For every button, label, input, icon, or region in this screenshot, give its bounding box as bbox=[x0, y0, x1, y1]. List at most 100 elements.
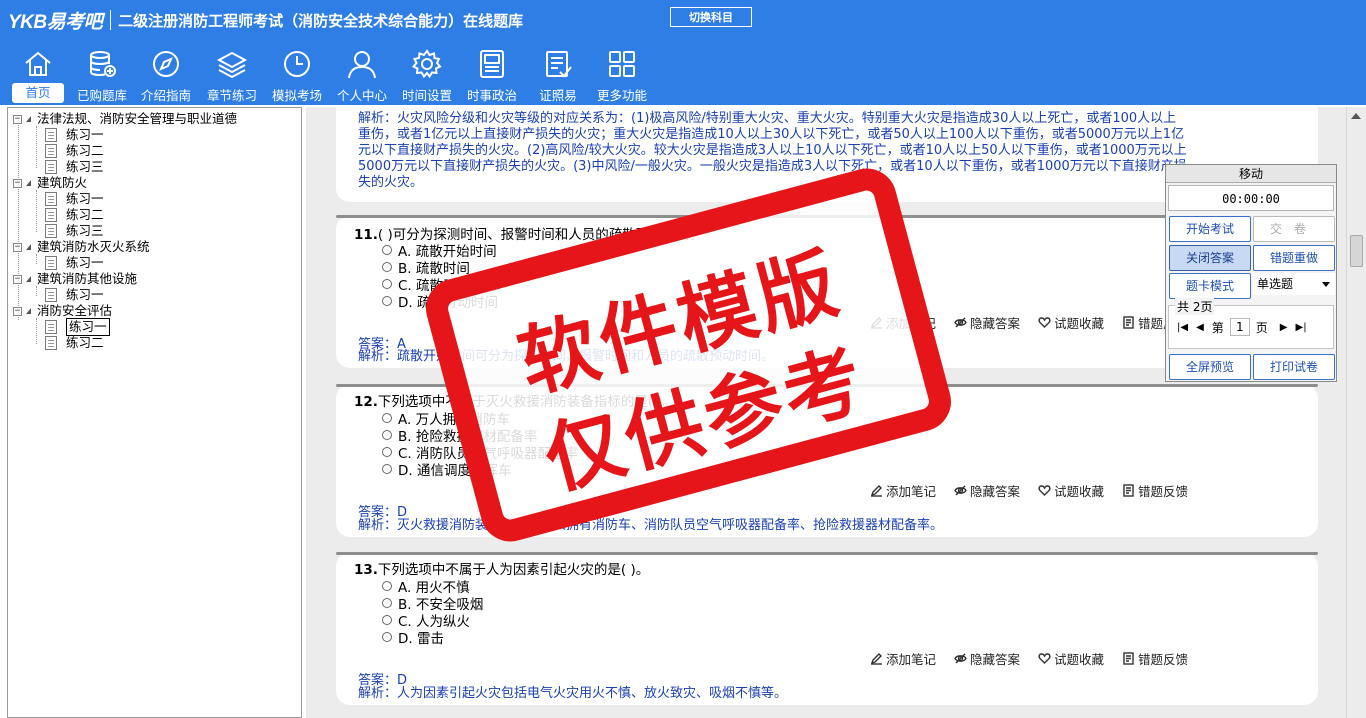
nav-label: 时间设置 bbox=[401, 88, 452, 103]
radio-button[interactable] bbox=[382, 262, 392, 272]
question-number: 13. bbox=[354, 562, 378, 578]
eye-off-icon bbox=[954, 652, 967, 665]
folder-triangle-icon bbox=[26, 308, 31, 314]
nav-label: 介绍指南 bbox=[140, 88, 191, 103]
question-type-select[interactable]: 单选题 bbox=[1253, 273, 1335, 295]
tree-leaf[interactable]: 练习二 bbox=[45, 335, 104, 351]
tree-node-label: 消防安全评估 bbox=[37, 303, 113, 318]
radio-button[interactable] bbox=[382, 447, 392, 457]
radio-button[interactable] bbox=[382, 632, 392, 642]
switch-subject-button[interactable]: 切换科目 bbox=[670, 7, 752, 27]
document-icon bbox=[45, 128, 57, 142]
report-icon bbox=[1122, 484, 1135, 497]
favorite-button[interactable]: 试题收藏 bbox=[1038, 313, 1104, 332]
print-paper-button[interactable]: 打印试卷 bbox=[1253, 354, 1335, 380]
card-mode-button[interactable]: 题卡模式 bbox=[1169, 273, 1251, 299]
home-icon bbox=[22, 48, 54, 80]
collapse-toggle[interactable]: − bbox=[13, 242, 22, 252]
tree-leaf-label: 练习二 bbox=[66, 143, 104, 158]
favorite-button[interactable]: 试题收藏 bbox=[1038, 481, 1104, 500]
radio-button[interactable] bbox=[382, 413, 392, 423]
radio-button[interactable] bbox=[382, 581, 392, 591]
document-icon bbox=[45, 192, 57, 206]
nav-current-affairs[interactable]: 时事政治 bbox=[460, 46, 524, 104]
vertical-scrollbar[interactable] bbox=[1346, 107, 1366, 718]
tree-node-safety-assessment[interactable]: − 消防安全评估 bbox=[13, 303, 112, 319]
scroll-thumb[interactable] bbox=[1350, 235, 1363, 267]
folder-triangle-icon bbox=[26, 180, 31, 186]
folder-triangle-icon bbox=[26, 244, 31, 250]
tree-guide-line bbox=[36, 286, 37, 296]
nav-label: 章节练习 bbox=[206, 88, 257, 103]
panel-move-handle[interactable]: 移动 bbox=[1166, 165, 1336, 183]
hide-answer-button[interactable]: 隐藏答案 bbox=[954, 481, 1020, 500]
scroll-up-arrow-icon[interactable] bbox=[1351, 113, 1361, 119]
report-icon bbox=[1122, 316, 1135, 329]
tree-leaf[interactable]: 练习三 bbox=[45, 223, 104, 239]
collapse-toggle[interactable]: − bbox=[13, 274, 22, 284]
collapse-toggle[interactable]: − bbox=[13, 306, 22, 316]
page-number-input[interactable]: 1 bbox=[1229, 318, 1250, 336]
document-icon bbox=[45, 320, 57, 334]
document-icon bbox=[45, 224, 57, 238]
nav-time-settings[interactable]: 时间设置 bbox=[395, 46, 459, 104]
nav-chapter-practice[interactable]: 章节练习 bbox=[200, 46, 264, 104]
pagination: 共 2页 |◀ ◀ 第 1 页 ▶ ▶| bbox=[1168, 298, 1334, 349]
action-label: 添加笔记 bbox=[885, 484, 936, 499]
tree-leaf-label: 练习一 bbox=[66, 191, 104, 206]
nav-more-features[interactable]: 更多功能 bbox=[590, 46, 654, 104]
favorite-button[interactable]: 试题收藏 bbox=[1038, 649, 1104, 668]
next-page-icon[interactable]: ▶ bbox=[1280, 322, 1288, 333]
tree-node-water-system[interactable]: − 建筑消防水灭火系统 bbox=[13, 239, 150, 255]
radio-button[interactable] bbox=[382, 464, 392, 474]
radio-button[interactable] bbox=[382, 598, 392, 608]
tree-node-building-fire[interactable]: − 建筑防火 bbox=[13, 175, 87, 191]
collapse-toggle[interactable]: − bbox=[13, 178, 22, 188]
radio-button[interactable] bbox=[382, 430, 392, 440]
nav-home[interactable]: 首页 bbox=[6, 46, 70, 104]
report-error-button[interactable]: 错题反馈 bbox=[1122, 481, 1188, 500]
tree-node-other-facilities[interactable]: − 建筑消防其他设施 bbox=[13, 271, 137, 287]
analysis-line: 重伤，或者1亿元以上直接财产损失的火灾；重大火灾是指造成10人以上30人以下死亡… bbox=[358, 127, 1185, 142]
document-icon bbox=[45, 208, 57, 222]
tree-node-laws[interactable]: − 法律法规、消防安全管理与职业道德 bbox=[13, 111, 237, 127]
tree-leaf[interactable]: 练习一 bbox=[45, 287, 104, 303]
start-exam-button[interactable]: 开始考试 bbox=[1169, 216, 1251, 242]
heart-icon bbox=[1038, 316, 1051, 329]
add-note-button[interactable]: 添加笔记 bbox=[870, 649, 936, 668]
first-page-icon[interactable]: |◀ bbox=[1177, 322, 1188, 333]
tree-leaf-label: 练习一 bbox=[66, 255, 104, 270]
tree-leaf[interactable]: 练习二 bbox=[45, 143, 104, 159]
radio-button[interactable] bbox=[382, 615, 392, 625]
radio-button[interactable] bbox=[382, 279, 392, 289]
nav-personal-center[interactable]: 个人中心 bbox=[330, 46, 394, 104]
nav-guide[interactable]: 介绍指南 bbox=[134, 46, 198, 104]
option-d[interactable]: D. 雷击 bbox=[382, 627, 444, 647]
radio-button[interactable] bbox=[382, 296, 392, 306]
nav-mock-exam[interactable]: 模拟考场 bbox=[265, 46, 329, 104]
nav-label: 更多功能 bbox=[596, 88, 647, 103]
tree-leaf[interactable]: 练习一 bbox=[45, 191, 104, 207]
tree-leaf[interactable]: 练习二 bbox=[45, 207, 104, 223]
tree-leaf[interactable]: 练习三 bbox=[45, 159, 104, 175]
submit-exam-button[interactable]: 交卷 bbox=[1253, 216, 1335, 242]
tree-leaf-selected[interactable]: 练习一 bbox=[45, 318, 110, 336]
report-error-button[interactable]: 错题反馈 bbox=[1122, 649, 1188, 668]
collapse-toggle[interactable]: − bbox=[13, 114, 22, 124]
prev-page-icon[interactable]: ◀ bbox=[1196, 322, 1204, 333]
nav-label: 时事政治 bbox=[466, 88, 517, 103]
last-page-icon[interactable]: ▶| bbox=[1296, 322, 1307, 333]
nav-certificate[interactable]: 证照易 bbox=[526, 46, 590, 104]
tree-leaf[interactable]: 练习一 bbox=[45, 255, 104, 271]
tree-guide-line bbox=[18, 120, 19, 320]
edit-icon bbox=[870, 652, 883, 665]
add-note-button[interactable]: 添加笔记 bbox=[870, 481, 936, 500]
fullscreen-preview-button[interactable]: 全屏预览 bbox=[1169, 354, 1251, 380]
hide-answer-button[interactable]: 隐藏答案 bbox=[954, 649, 1020, 668]
tree-leaf[interactable]: 练习一 bbox=[45, 127, 104, 143]
hide-answer-button[interactable]: 隐藏答案 bbox=[954, 313, 1020, 332]
nav-purchased-bank[interactable]: 已购题库 bbox=[70, 46, 134, 104]
redo-wrong-button[interactable]: 错题重做 bbox=[1253, 245, 1335, 271]
close-answer-button[interactable]: 关闭答案 bbox=[1169, 245, 1251, 271]
radio-button[interactable] bbox=[382, 245, 392, 255]
